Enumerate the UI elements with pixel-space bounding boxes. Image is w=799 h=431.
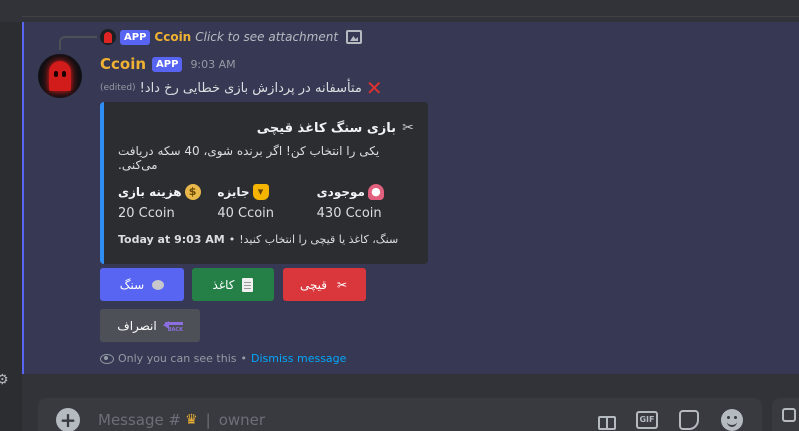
field-cost-label: هزینه بازی bbox=[118, 185, 182, 199]
divider-line bbox=[22, 16, 799, 17]
message-header: Ccoin APP 9:03 AM bbox=[100, 55, 236, 73]
paper-button[interactable]: کاغذ bbox=[192, 268, 274, 301]
reply-app-badge: APP bbox=[120, 29, 151, 45]
previous-message-divider bbox=[0, 0, 799, 22]
error-text: متأسفانه در پردازش بازی خطایی رخ داد! bbox=[139, 80, 362, 96]
apps-icon[interactable] bbox=[772, 398, 799, 431]
paper-label: کاغذ bbox=[212, 277, 235, 292]
purse-icon: ● bbox=[367, 184, 384, 200]
username[interactable]: Ccoin bbox=[100, 55, 146, 73]
app-badge: APP bbox=[152, 56, 183, 72]
ephemeral-notice: Only you can see this • Dismiss message bbox=[100, 352, 346, 365]
field-prize: جایزه ▾ 40 Ccoin bbox=[217, 184, 316, 221]
placeholder-separator: | bbox=[205, 411, 211, 429]
gear-icon[interactable]: ⚙ bbox=[0, 372, 12, 396]
gif-icon[interactable]: GIF bbox=[635, 408, 659, 431]
embed-fields: هزینه بازی $ 20 Ccoin جایزه ▾ 40 Ccoin م… bbox=[118, 184, 416, 221]
field-balance-value: 430 Ccoin bbox=[316, 206, 382, 221]
ephemeral-separator: • bbox=[240, 352, 248, 365]
dismiss-message-link[interactable]: Dismiss message bbox=[251, 352, 346, 365]
trophy-icon: ▾ bbox=[252, 184, 269, 200]
embed-title-text: بازی سنگ کاغذ قیچی bbox=[256, 120, 396, 136]
field-cost-name: هزینه بازی $ bbox=[118, 184, 217, 200]
footer-text: سنگ، کاغذ یا قیچی را انتخاب کنید! bbox=[239, 233, 399, 246]
rock-label: سنگ bbox=[119, 277, 145, 292]
gift-icon[interactable] bbox=[595, 408, 619, 431]
timestamp: 9:03 AM bbox=[190, 57, 236, 71]
field-cost: هزینه بازی $ 20 Ccoin bbox=[118, 184, 217, 221]
emoji-icon[interactable] bbox=[720, 408, 744, 431]
sticker-icon[interactable] bbox=[677, 408, 701, 431]
rock-button[interactable]: سنگ bbox=[100, 268, 184, 301]
cross-mark-icon: ✕ bbox=[365, 76, 383, 100]
reply-connector bbox=[59, 36, 97, 50]
rock-icon bbox=[152, 279, 165, 290]
field-balance-name: موجودی ● bbox=[317, 184, 416, 200]
footer-separator: • bbox=[228, 233, 236, 246]
message-content: (edited) متأسفانه در پردازش بازی خطایی ر… bbox=[100, 78, 400, 98]
paper-icon bbox=[242, 277, 254, 292]
embed-footer: Today at 9:03 AM • سنگ، کاغذ یا قیچی را … bbox=[118, 233, 416, 246]
reply-text[interactable]: Click to see attachment bbox=[195, 30, 338, 44]
field-prize-name: جایزه ▾ bbox=[217, 184, 316, 200]
left-rail: ⚙ bbox=[0, 0, 22, 431]
message-input[interactable]: Message # ♛ | owner bbox=[98, 411, 265, 429]
field-cost-value: 20 Ccoin bbox=[118, 206, 175, 221]
message-composer[interactable]: + Message # ♛ | owner GIF bbox=[38, 398, 762, 431]
reply-preview[interactable]: APP Ccoin Click to see attachment bbox=[100, 28, 363, 46]
embed-description: یکی را انتخاب کن! اگر برنده شوی، 40 سکه … bbox=[118, 144, 380, 172]
footer-timestamp: Today at 9:03 AM bbox=[118, 233, 225, 246]
scissors-label: قیچی bbox=[299, 277, 328, 292]
scissors-icon: ✂ bbox=[402, 120, 414, 136]
field-balance-label: موجودی bbox=[316, 185, 365, 199]
field-prize-value: 40 Ccoin bbox=[217, 206, 275, 221]
image-icon bbox=[346, 30, 363, 44]
eye-icon bbox=[100, 353, 114, 364]
back-icon-label: BACK bbox=[167, 326, 183, 333]
field-balance: موجودی ● 430 Ccoin bbox=[317, 184, 416, 221]
ephemeral-text: Only you can see this bbox=[118, 352, 237, 365]
placeholder-prefix: Message # bbox=[98, 411, 182, 429]
cancel-button[interactable]: انصراف BACK bbox=[100, 309, 200, 342]
scissors-button[interactable]: قیچی ✂ bbox=[283, 268, 366, 301]
embed-title: ✂ بازی سنگ کاغذ قیچی bbox=[118, 120, 416, 136]
back-arrow-icon: BACK bbox=[162, 319, 183, 333]
avatar[interactable] bbox=[38, 54, 82, 98]
add-attachment-icon[interactable]: + bbox=[56, 408, 80, 431]
crown-icon: ♛ bbox=[185, 412, 198, 428]
edited-label: (edited) bbox=[100, 83, 136, 93]
reply-avatar bbox=[100, 29, 116, 45]
cancel-label: انصراف bbox=[117, 318, 157, 333]
money-bag-icon: $ bbox=[184, 184, 201, 200]
placeholder-channel: owner bbox=[218, 411, 266, 429]
reply-username[interactable]: Ccoin bbox=[154, 30, 191, 44]
field-prize-label: جایزه bbox=[217, 185, 250, 199]
scissors-icon: ✂ bbox=[337, 277, 348, 292]
game-embed: ✂ بازی سنگ کاغذ قیچی یکی را انتخاب کن! ا… bbox=[100, 102, 428, 264]
